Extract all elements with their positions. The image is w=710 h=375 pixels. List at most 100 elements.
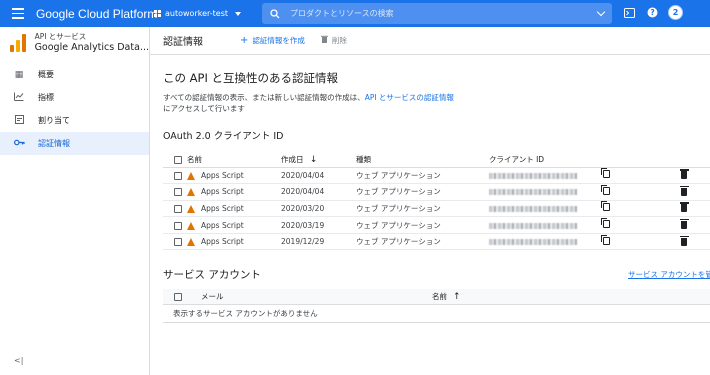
table-row[interactable]: Apps Script 2020/04/04 ウェブ アプリケーション xyxy=(163,167,710,185)
column-header-type[interactable]: 種類 xyxy=(356,152,489,168)
row-checkbox[interactable] xyxy=(174,171,182,180)
top-app-bar: Google Cloud Platform autoworker-test ? … xyxy=(0,0,710,27)
chevron-down-icon xyxy=(235,11,242,16)
column-header-client-id[interactable]: クライアント ID xyxy=(489,152,603,168)
redacted-client-id xyxy=(489,172,577,179)
delete-button[interactable]: 削除 xyxy=(320,35,347,46)
search-bar[interactable] xyxy=(262,3,612,24)
search-input[interactable] xyxy=(290,9,590,18)
create-credentials-label: 認証情報を作成 xyxy=(252,36,305,45)
client-name[interactable]: Apps Script xyxy=(201,187,244,196)
column-header-name[interactable]: 名前 xyxy=(187,152,281,168)
created-date: 2020/04/04 xyxy=(281,183,356,201)
client-name[interactable]: Apps Script xyxy=(201,221,244,230)
created-date: 2020/03/20 xyxy=(281,200,356,218)
project-icon xyxy=(154,10,161,17)
created-date: 2020/03/19 xyxy=(281,216,356,234)
sidebar-item-label: 認証情報 xyxy=(38,139,70,148)
manage-service-accounts-link[interactable]: サービス アカウントを管理 xyxy=(628,269,710,280)
sidebar-item-metrics[interactable]: 指標 xyxy=(0,86,149,109)
oauth-section-title: OAuth 2.0 クライアント ID xyxy=(163,131,284,142)
client-type: ウェブ アプリケーション xyxy=(356,233,489,251)
client-type: ウェブ アプリケーション xyxy=(356,167,489,185)
column-header-created[interactable]: 作成日 ↓ xyxy=(281,152,356,168)
warning-icon xyxy=(187,221,195,230)
delete-icon[interactable] xyxy=(679,235,689,246)
help-icon[interactable]: ? xyxy=(645,6,659,20)
menu-icon[interactable] xyxy=(0,0,36,27)
client-type: ウェブ アプリケーション xyxy=(356,183,489,201)
delete-icon[interactable] xyxy=(679,219,689,230)
arrow-down-icon: ↓ xyxy=(309,154,318,165)
sidebar-item-credentials[interactable]: 認証情報 xyxy=(0,132,149,155)
sidebar-item-overview[interactable]: ▦ 概要 xyxy=(0,63,149,86)
sidebar: API とサービス Google Analytics Data... ▦ 概要 … xyxy=(0,27,150,375)
expand-search-icon[interactable] xyxy=(596,7,606,17)
oauth-clients-table: 名前 作成日 ↓ 種類 クライアント ID Apps Script 2020/0… xyxy=(163,152,710,251)
warning-icon xyxy=(187,204,195,213)
sidebar-item-quotas[interactable]: 割り当て xyxy=(0,109,149,132)
desc-prefix: すべての認証情報の表示、または新しい認証情報の作成は、 xyxy=(163,93,365,102)
section-description: すべての認証情報の表示、または新しい認証情報の作成は、API とサービスの認証情… xyxy=(163,92,483,114)
desc-suffix: にアクセスして行います xyxy=(163,104,245,113)
copy-icon[interactable] xyxy=(601,168,610,179)
client-name[interactable]: Apps Script xyxy=(201,204,244,213)
select-all-checkbox[interactable] xyxy=(174,293,182,301)
api-header: API とサービス Google Analytics Data... xyxy=(0,27,149,57)
warning-icon xyxy=(187,171,195,180)
brand-title[interactable]: Google Cloud Platform xyxy=(36,7,157,21)
warning-icon xyxy=(187,188,195,197)
table-row[interactable]: Apps Script 2020/03/19 ウェブ アプリケーション xyxy=(163,216,710,234)
table-row[interactable]: Apps Script 2020/03/20 ウェブ アプリケーション xyxy=(163,200,710,218)
client-name[interactable]: Apps Script xyxy=(201,237,244,246)
sidebar-item-label: 指標 xyxy=(38,93,54,102)
main-content: 認証情報 + 認証情報を作成 削除 この API と互換性のある認証情報 すべて… xyxy=(150,27,710,375)
column-header-name[interactable]: 名前 ↑ xyxy=(432,291,461,302)
table-row[interactable]: Apps Script 2020/04/04 ウェブ アプリケーション xyxy=(163,183,710,201)
dashboard-icon: ▦ xyxy=(14,69,24,80)
service-accounts-title: サービス アカウント xyxy=(163,269,261,281)
project-selector[interactable]: autoworker-test xyxy=(154,9,254,18)
api-services-label: API とサービス xyxy=(34,32,87,41)
api-credentials-link[interactable]: API とサービスの認証情報 xyxy=(365,93,454,102)
terminal-icon[interactable] xyxy=(622,6,636,20)
api-logo-icon xyxy=(10,34,26,52)
sidebar-item-label: 割り当て xyxy=(38,116,70,125)
collapse-sidebar-icon[interactable]: <| xyxy=(14,356,23,365)
sidebar-nav: ▦ 概要 指標 割り当て 認証情報 xyxy=(0,63,149,155)
delete-icon[interactable] xyxy=(679,202,689,213)
project-name: autoworker-test xyxy=(165,9,229,18)
client-name[interactable]: Apps Script xyxy=(201,171,244,180)
sidebar-item-label: 概要 xyxy=(38,70,54,79)
table-header-row: 名前 作成日 ↓ 種類 クライアント ID xyxy=(163,152,710,168)
page-title: 認証情報 xyxy=(163,37,203,48)
trash-icon xyxy=(320,35,328,46)
delete-icon[interactable] xyxy=(679,185,689,196)
row-checkbox[interactable] xyxy=(174,188,182,197)
copy-icon[interactable] xyxy=(601,218,610,229)
table-row[interactable]: Apps Script 2019/12/29 ウェブ アプリケーション xyxy=(163,233,710,251)
key-icon xyxy=(13,139,25,149)
row-checkbox[interactable] xyxy=(174,221,182,230)
copy-icon[interactable] xyxy=(601,201,610,212)
account-avatar[interactable]: 2 xyxy=(668,5,683,20)
column-header-email[interactable]: メール xyxy=(187,291,432,302)
arrow-up-icon: ↑ xyxy=(453,291,461,302)
page-header: 認証情報 + 認証情報を作成 削除 xyxy=(150,27,710,55)
client-type: ウェブ アプリケーション xyxy=(356,200,489,218)
copy-icon[interactable] xyxy=(601,234,610,245)
row-checkbox[interactable] xyxy=(174,238,182,247)
api-name: Google Analytics Data... xyxy=(34,42,149,53)
select-all-checkbox[interactable] xyxy=(174,155,182,164)
create-credentials-button[interactable]: + 認証情報を作成 xyxy=(240,35,305,46)
copy-icon[interactable] xyxy=(601,184,610,195)
name-label: 名前 xyxy=(432,292,447,301)
chart-icon xyxy=(13,92,25,104)
redacted-client-id xyxy=(489,239,577,246)
row-checkbox[interactable] xyxy=(174,204,182,213)
created-date: 2020/04/04 xyxy=(281,167,356,185)
empty-state-message: 表示するサービス アカウントがありません xyxy=(163,305,710,323)
delete-icon[interactable] xyxy=(679,169,689,180)
redacted-client-id xyxy=(489,205,577,212)
delete-label: 削除 xyxy=(331,36,347,45)
